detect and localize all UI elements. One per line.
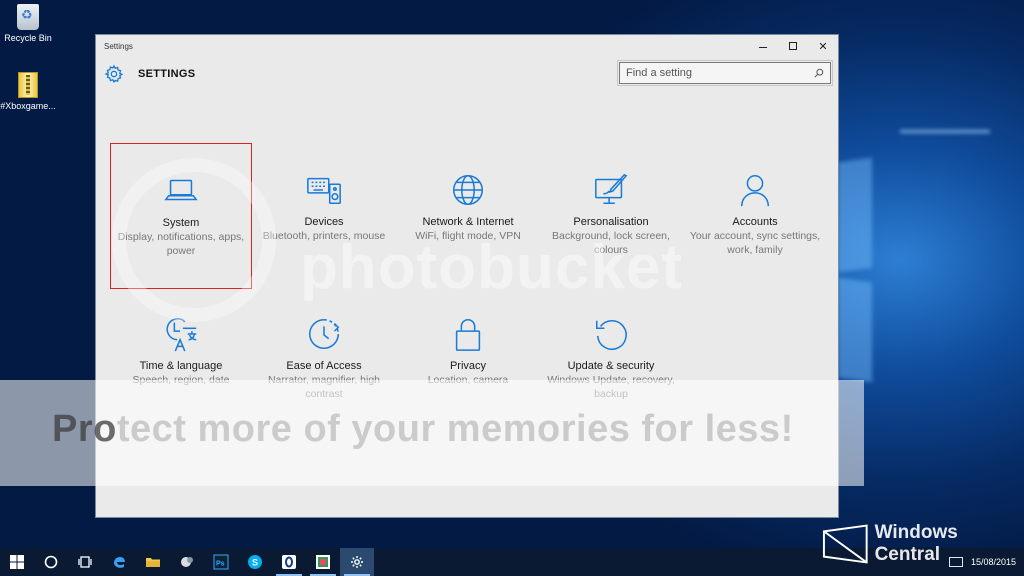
desktop-light-beam xyxy=(900,130,990,133)
photoshop-icon: Ps xyxy=(213,554,229,570)
minimize-icon xyxy=(759,46,767,48)
tile-description: Your account, sync settings, work, famil… xyxy=(689,230,821,256)
svg-text:Ps: Ps xyxy=(216,561,225,568)
update-arrows-icon xyxy=(595,320,627,350)
desktop-light-beam xyxy=(838,277,872,383)
search-icon[interactable] xyxy=(814,68,824,78)
taskbar-settings[interactable] xyxy=(340,548,374,576)
tile-name: Time & language xyxy=(139,360,223,372)
tile-name: Accounts xyxy=(732,216,778,228)
maximize-icon xyxy=(789,42,797,50)
desktop-icon-label: #Xboxgame... xyxy=(0,101,56,111)
start-button[interactable] xyxy=(0,548,34,576)
desktop-icon-xbox-folder[interactable]: #Xboxgame... xyxy=(0,72,60,111)
watermark-text-first: Pro xyxy=(52,408,117,450)
tile-accounts[interactable]: Accounts Your account, sync settings, wo… xyxy=(684,143,826,289)
zip-folder-icon xyxy=(18,72,38,98)
skype-icon: S xyxy=(248,555,262,569)
globe-icon xyxy=(452,174,484,206)
task-view-button[interactable] xyxy=(68,548,102,576)
tile-name: Network & Internet xyxy=(422,216,514,228)
edge-icon xyxy=(114,557,125,568)
desktop-icon-recycle-bin[interactable]: Recycle Bin xyxy=(0,4,60,43)
minimize-button[interactable] xyxy=(748,35,778,57)
watermark-logo: photobucket xyxy=(300,233,683,302)
ease-of-access-icon xyxy=(309,318,340,349)
search-box[interactable] xyxy=(617,60,833,86)
file-explorer-icon xyxy=(146,558,160,567)
watermark-text: Protect more of your memories for less! xyxy=(52,408,794,451)
settings-header: SETTINGS xyxy=(104,63,195,85)
tile-name: Personalisation xyxy=(573,216,649,228)
desktop-icon-label: Recycle Bin xyxy=(4,33,52,43)
taskbar-edge[interactable] xyxy=(102,548,136,576)
svg-text:S: S xyxy=(252,558,258,568)
taskbar-file-explorer[interactable] xyxy=(136,548,170,576)
cortana-icon xyxy=(44,555,58,569)
opera-icon xyxy=(282,555,296,569)
close-icon: ✕ xyxy=(818,39,828,53)
cortana-button[interactable] xyxy=(34,548,68,576)
desktop-light-beam xyxy=(838,157,872,273)
start-icon xyxy=(10,555,24,569)
window-title: Settings xyxy=(104,41,133,51)
keyboard-speaker-icon xyxy=(307,177,341,205)
gear-icon xyxy=(104,64,124,84)
taskbar-photoshop[interactable]: Ps xyxy=(204,548,238,576)
lock-icon xyxy=(455,318,481,351)
tweetdeck-icon xyxy=(316,555,330,569)
close-button[interactable]: ✕ xyxy=(808,35,838,57)
taskbar-opera[interactable] xyxy=(272,548,306,576)
maximize-button[interactable] xyxy=(778,35,808,57)
page-title: SETTINGS xyxy=(138,68,196,80)
title-bar[interactable]: Settings ✕ xyxy=(96,35,838,57)
task-view-icon xyxy=(78,556,92,568)
tile-name: Devices xyxy=(304,216,344,228)
watermark-text-rest: tect more of your memories for less! xyxy=(116,408,794,450)
brand-text: Windows Central xyxy=(874,522,958,565)
recycle-bin-icon xyxy=(17,4,39,30)
tile-name: Privacy xyxy=(449,360,487,372)
person-icon xyxy=(740,174,770,207)
tile-name: Ease of Access xyxy=(286,360,362,372)
taskbar-tweetdeck[interactable] xyxy=(306,548,340,576)
search-input[interactable] xyxy=(626,67,814,79)
watermark-ring xyxy=(112,158,276,322)
taskbar-media[interactable] xyxy=(170,548,204,576)
brand-watermark: Windows Central xyxy=(822,522,1024,566)
media-icon xyxy=(181,557,193,567)
paint-screen-icon xyxy=(595,173,628,205)
windows-central-logo-icon xyxy=(822,524,868,564)
taskbar-skype[interactable]: S xyxy=(238,548,272,576)
tile-name: Update & security xyxy=(567,360,655,372)
settings-icon xyxy=(351,556,363,568)
